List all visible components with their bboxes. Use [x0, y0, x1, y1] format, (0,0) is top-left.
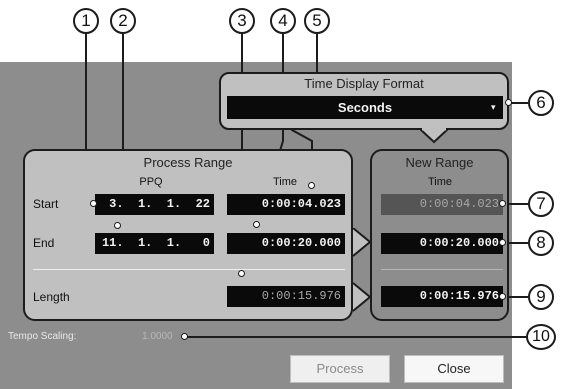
new-end-time-field[interactable]: 0:00:20.000 [381, 233, 503, 254]
start-time-field[interactable]: 0:00:04.023 [227, 194, 345, 215]
divider [33, 269, 345, 270]
new-start-time-field: 0:00:04.023 [381, 194, 503, 215]
end-time-field[interactable]: 0:00:20.000 [227, 233, 345, 254]
callout-5-dot [308, 182, 315, 189]
callout-1: 1 [73, 8, 99, 34]
callout-2-dot [114, 222, 121, 229]
callout-4-dot [253, 221, 260, 228]
callout-8: 8 [528, 230, 554, 256]
end-label: End [33, 236, 55, 250]
close-button[interactable]: Close [404, 355, 504, 383]
callout-7: 7 [528, 191, 554, 217]
time-display-format-value: Seconds [337, 100, 393, 115]
process-range-title: Process Range [143, 155, 233, 170]
callout-3-dot [238, 270, 245, 277]
tempo-scaling-value: 1.0000 [142, 331, 173, 342]
panel-pointer [420, 128, 448, 144]
callout-8-dot [499, 239, 506, 246]
callout-10: 10 [526, 324, 556, 350]
new-time-column-header: Time [427, 176, 453, 188]
callout-1-dot [90, 200, 97, 207]
new-range-title: New Range [405, 155, 474, 170]
new-range-divider [381, 269, 503, 270]
callout-9: 9 [528, 284, 554, 310]
callout-7-dot [499, 200, 506, 207]
callout-2: 2 [110, 8, 136, 34]
callout-6: 6 [528, 90, 554, 116]
time-display-format-dropdown[interactable]: Seconds ▾ [227, 96, 503, 119]
time-column-header: Time [272, 176, 298, 188]
tempo-scaling-label: Tempo Scaling: [8, 331, 77, 342]
chevron-down-icon: ▾ [491, 102, 496, 112]
callout-4: 4 [270, 8, 296, 34]
length-label: Length [33, 290, 70, 304]
ppq-column-header: PPQ [139, 176, 163, 188]
end-ppq-field[interactable]: 11. 1. 1. 0 [95, 233, 214, 254]
time-display-format-title: Time Display Format [304, 76, 424, 91]
start-label: Start [33, 197, 59, 211]
callout-10-dot [181, 333, 188, 340]
callout-3: 3 [229, 8, 255, 34]
process-button[interactable]: Process [290, 355, 390, 383]
callout-9-dot [499, 293, 506, 300]
start-ppq-field[interactable]: 3. 1. 1. 22 [95, 194, 214, 215]
callout-6-dot [505, 99, 512, 106]
length-time-field: 0:00:15.976 [227, 286, 345, 307]
callout-5: 5 [304, 8, 330, 34]
new-length-time-field[interactable]: 0:00:15.976 [381, 286, 503, 307]
